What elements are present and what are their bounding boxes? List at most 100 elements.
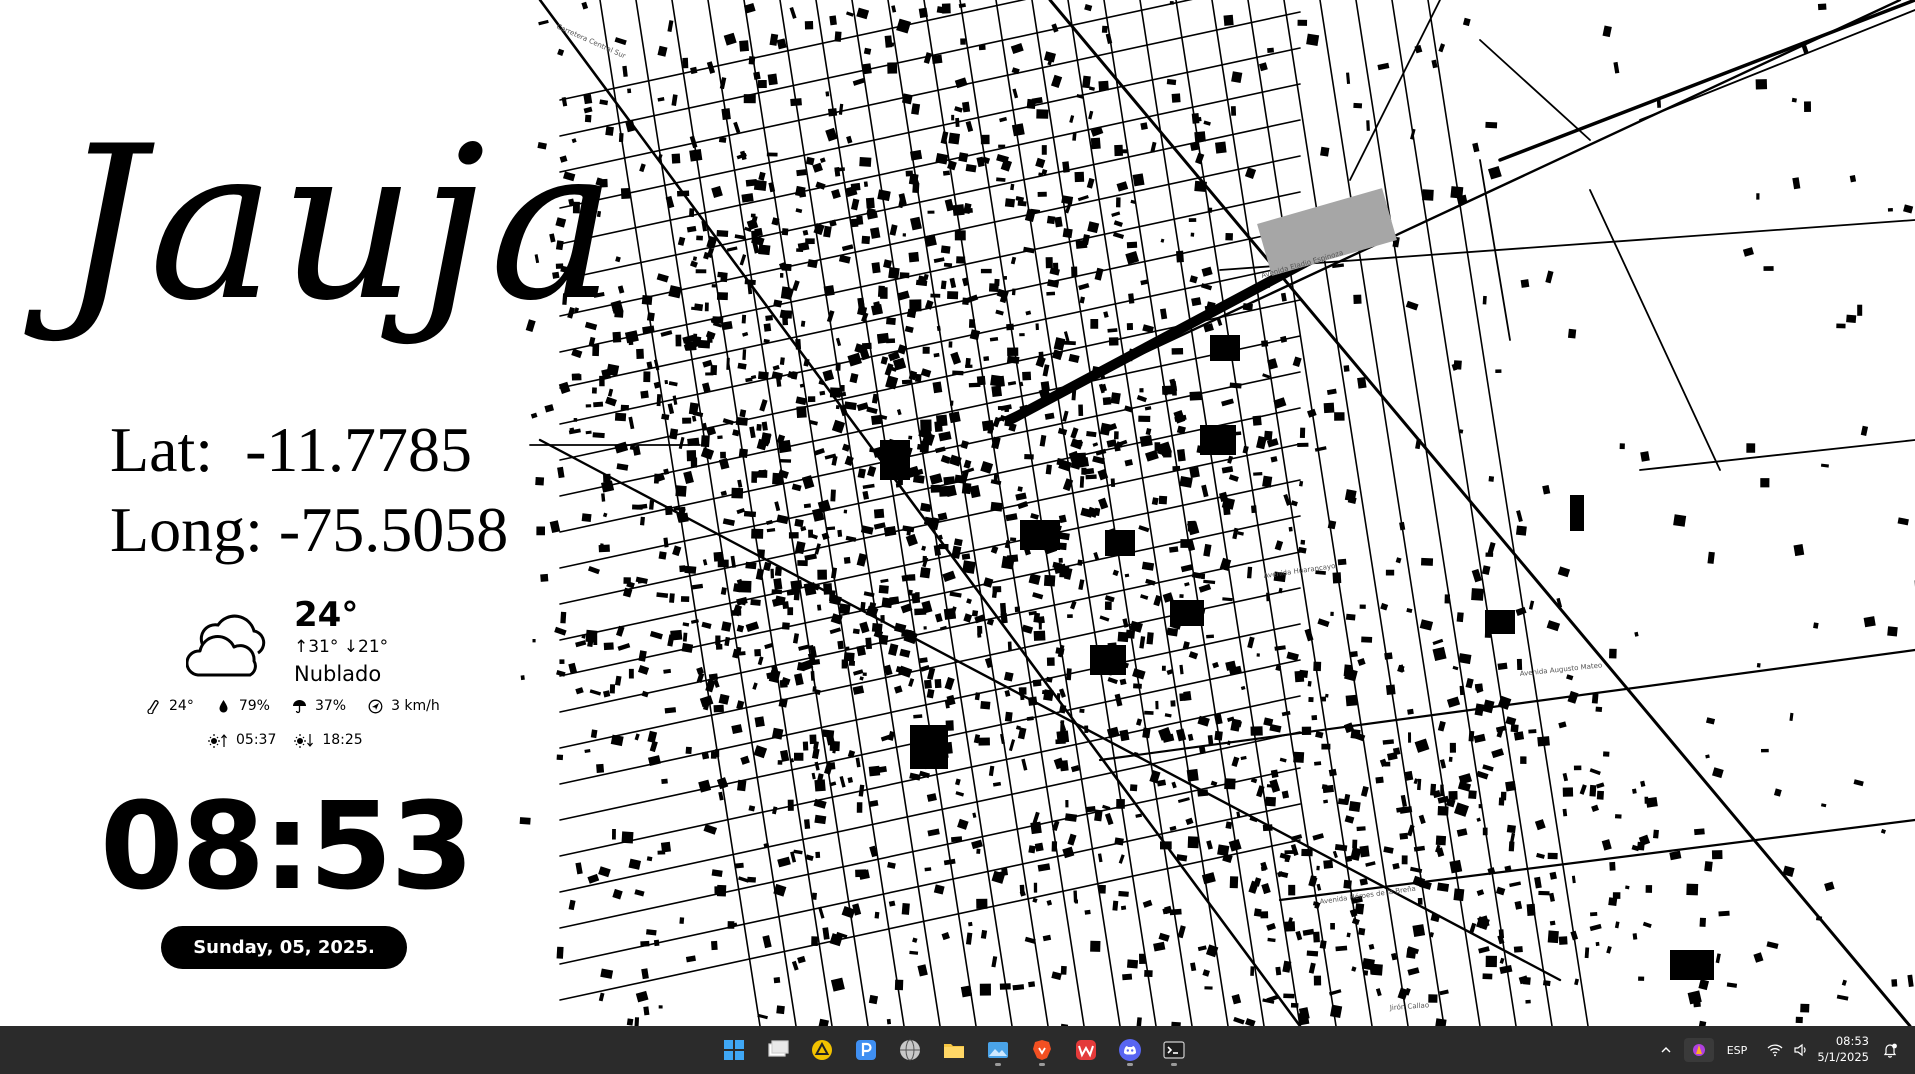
building [1139,388,1144,393]
building [1074,171,1085,183]
building [671,94,678,106]
street [559,767,1301,929]
building [598,866,611,878]
building [1534,876,1542,889]
building [1263,717,1274,727]
building [740,150,747,161]
building [656,394,662,407]
building [948,341,953,348]
building [1412,924,1426,937]
building [1399,832,1409,840]
running-indicator [1039,1063,1045,1066]
photos[interactable] [980,1032,1016,1068]
input-language-indicator[interactable]: ESP [1722,1038,1752,1062]
building [1478,946,1490,954]
building [1187,836,1199,849]
street [1319,0,1481,1026]
building [1179,475,1193,488]
building [1138,415,1151,422]
building [743,510,757,518]
building [754,716,765,728]
building [1584,947,1590,959]
building [886,317,896,325]
wps-office[interactable] [1068,1032,1104,1068]
building [1528,600,1535,610]
building [880,578,889,583]
building [1471,588,1484,601]
building [758,244,771,256]
building [1090,940,1101,952]
building [1132,668,1146,680]
building [953,538,963,547]
building [805,238,815,245]
brave-browser[interactable] [1024,1032,1060,1068]
building [1766,941,1779,950]
task-view-button[interactable] [760,1032,796,1068]
building [774,501,781,512]
main-avenue [1498,0,1915,162]
building [1698,979,1710,991]
building [695,269,707,274]
building [894,685,903,694]
building [829,15,837,26]
building [943,262,953,268]
building [751,528,764,539]
building [1045,257,1053,269]
building [1113,431,1119,440]
building [822,927,830,940]
app-delta[interactable] [804,1032,840,1068]
building [1144,710,1154,715]
taskbar-clock[interactable]: 08:53 5/1/2025 [1799,1033,1869,1065]
building [1392,747,1401,756]
building [1183,691,1192,701]
building [1357,377,1367,389]
building [1316,883,1322,891]
running-indicator [1171,1063,1177,1066]
building [1145,449,1159,462]
running-indicator [1127,1063,1133,1066]
building [1129,784,1138,792]
building [766,528,776,533]
terminal[interactable] [1156,1032,1192,1068]
show-hidden-icons-button[interactable] [1656,1038,1676,1062]
building [908,574,916,581]
building [978,737,990,746]
building [1495,886,1506,896]
building [1332,850,1338,859]
building [923,52,932,64]
building [1279,757,1287,763]
building [1377,62,1390,71]
building [933,352,940,358]
building [1078,282,1090,291]
start-button[interactable] [716,1032,752,1068]
building [1301,848,1313,857]
notifications-button[interactable] [1876,1038,1904,1062]
file-explorer[interactable] [936,1032,972,1068]
building [1140,122,1148,130]
building [939,485,950,497]
longitude-label: Long: [110,494,263,565]
building [1644,796,1649,804]
building [1549,871,1557,880]
tray-app-button[interactable] [1684,1038,1714,1062]
large-building [1200,425,1236,455]
building [1160,308,1168,320]
building [1084,3,1093,12]
building [1037,191,1047,197]
building [1110,478,1116,487]
building [1571,875,1576,884]
app-globe[interactable] [892,1032,928,1068]
building [692,256,698,261]
building [802,229,809,236]
building [1860,425,1869,436]
building [628,858,642,870]
building [690,260,698,268]
building [1360,786,1369,797]
building [802,741,809,751]
building [571,374,582,381]
discord[interactable] [1112,1032,1148,1068]
building [994,278,1000,287]
building [1037,863,1051,872]
building [1265,796,1276,807]
app-p[interactable] [848,1032,884,1068]
